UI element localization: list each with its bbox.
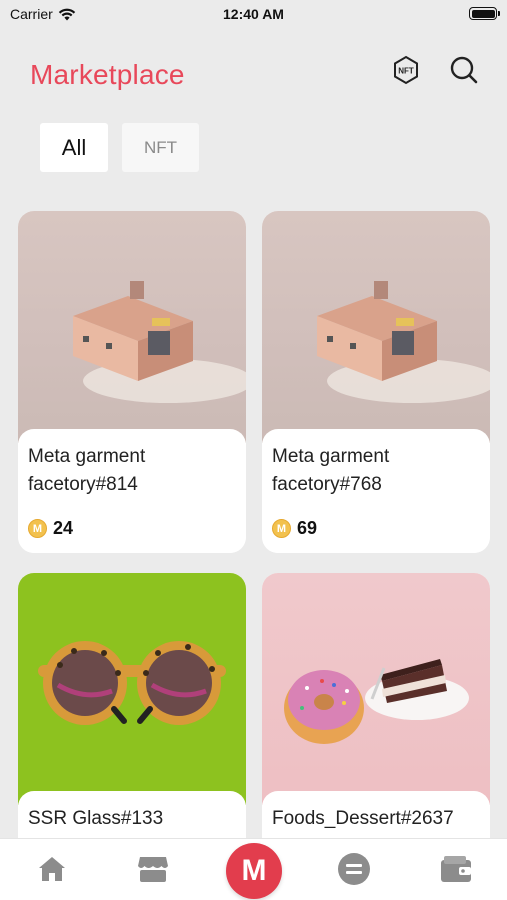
nft-button[interactable]: NFT	[391, 55, 421, 85]
card-title-line1: Meta garment	[28, 446, 146, 467]
price-value: 24	[53, 518, 74, 538]
card-title-line1: SSR Glass#133	[28, 808, 164, 829]
tab-home[interactable]	[34, 851, 70, 887]
coin-icon: M	[28, 519, 47, 538]
card-title-line2: facetory#814	[28, 474, 138, 495]
tab-marketplace[interactable]: M	[226, 843, 282, 899]
product-card[interactable]: Meta garment facetory#768 M 69	[262, 211, 490, 553]
tab-exchange[interactable]	[336, 851, 372, 887]
card-price: M 24	[28, 518, 73, 539]
product-card[interactable]: Meta garment facetory#814 M 24	[18, 211, 246, 553]
card-info: Meta garment facetory#814 M 24	[18, 429, 246, 553]
store-icon	[138, 857, 168, 882]
search-button[interactable]	[449, 55, 479, 85]
coin-icon: M	[272, 519, 291, 538]
page-title: Marketplace	[30, 59, 185, 90]
bottom-tab-bar: M	[0, 838, 507, 900]
card-title-line1: Foods_Dessert#2637	[272, 808, 454, 829]
status-bar: Carrier 12:40 AM	[0, 0, 507, 28]
card-price: M 69	[272, 518, 317, 539]
status-time: 12:40 AM	[223, 6, 284, 22]
filter-all[interactable]: All	[40, 123, 108, 172]
filter-tabs: All NFT	[40, 123, 199, 172]
tab-store[interactable]	[135, 851, 171, 887]
card-info: Meta garment facetory#768 M 69	[262, 429, 490, 553]
card-title-line2: facetory#768	[272, 474, 382, 495]
wallet-icon	[441, 856, 471, 882]
garment-factory-image	[18, 211, 246, 443]
tab-wallet[interactable]	[438, 851, 474, 887]
price-value: 69	[297, 518, 318, 538]
dessert-image	[262, 573, 490, 805]
garment-factory-image	[262, 211, 490, 443]
header: Marketplace NFT	[30, 55, 479, 99]
nft-icon-text: NFT	[398, 67, 414, 76]
search-icon	[450, 56, 478, 84]
nft-icon: NFT	[394, 55, 418, 85]
card-title-line1: Meta garment	[272, 446, 390, 467]
home-icon	[39, 857, 65, 881]
battery-icon	[469, 7, 500, 20]
sunglasses-image	[18, 573, 246, 805]
filter-nft[interactable]: NFT	[122, 123, 199, 172]
exchange-icon	[338, 853, 370, 885]
